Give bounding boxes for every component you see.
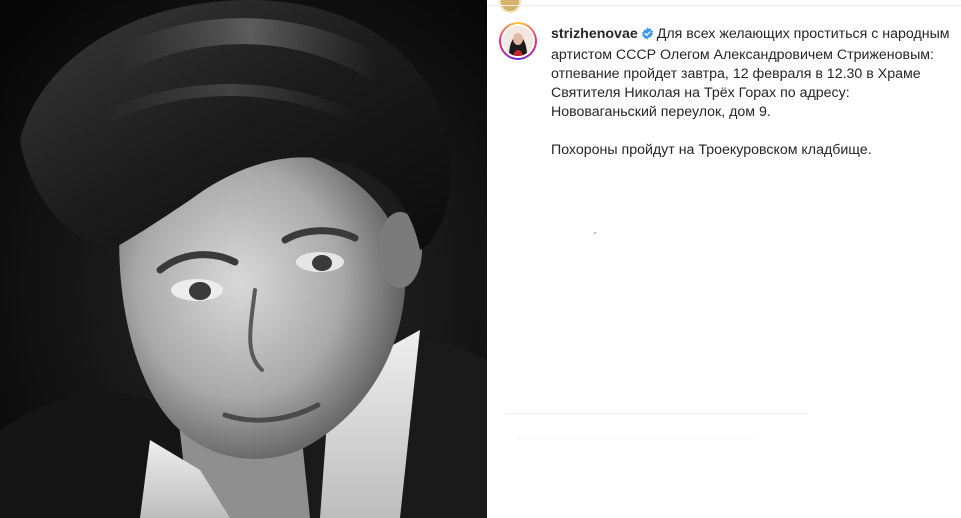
instagram-post-view: strizhenovae Для всех желающих проститься… bbox=[0, 0, 961, 518]
portrait-photo bbox=[0, 0, 487, 518]
artifact-dot bbox=[594, 232, 596, 234]
avatar-ring bbox=[501, 24, 535, 58]
header-divider bbox=[487, 5, 961, 6]
post-photo[interactable] bbox=[0, 0, 487, 518]
previous-avatar-icon[interactable] bbox=[499, 0, 521, 13]
caption-text: strizhenovae Для всех желающих проститься… bbox=[551, 25, 951, 160]
author-avatar[interactable] bbox=[499, 22, 537, 60]
verified-badge-icon bbox=[641, 27, 654, 46]
avatar-photo-icon bbox=[503, 26, 533, 56]
caption-paragraph-1: strizhenovae Для всех желающих проститься… bbox=[551, 25, 951, 122]
actions-divider bbox=[517, 438, 757, 439]
post-side-panel: strizhenovae Для всех желающих проститься… bbox=[487, 0, 961, 518]
author-username[interactable]: strizhenovae bbox=[551, 26, 638, 42]
comments-divider bbox=[507, 413, 807, 414]
caption-paragraph-2: Похороны пройдут на Троекуровском кладби… bbox=[551, 142, 872, 158]
